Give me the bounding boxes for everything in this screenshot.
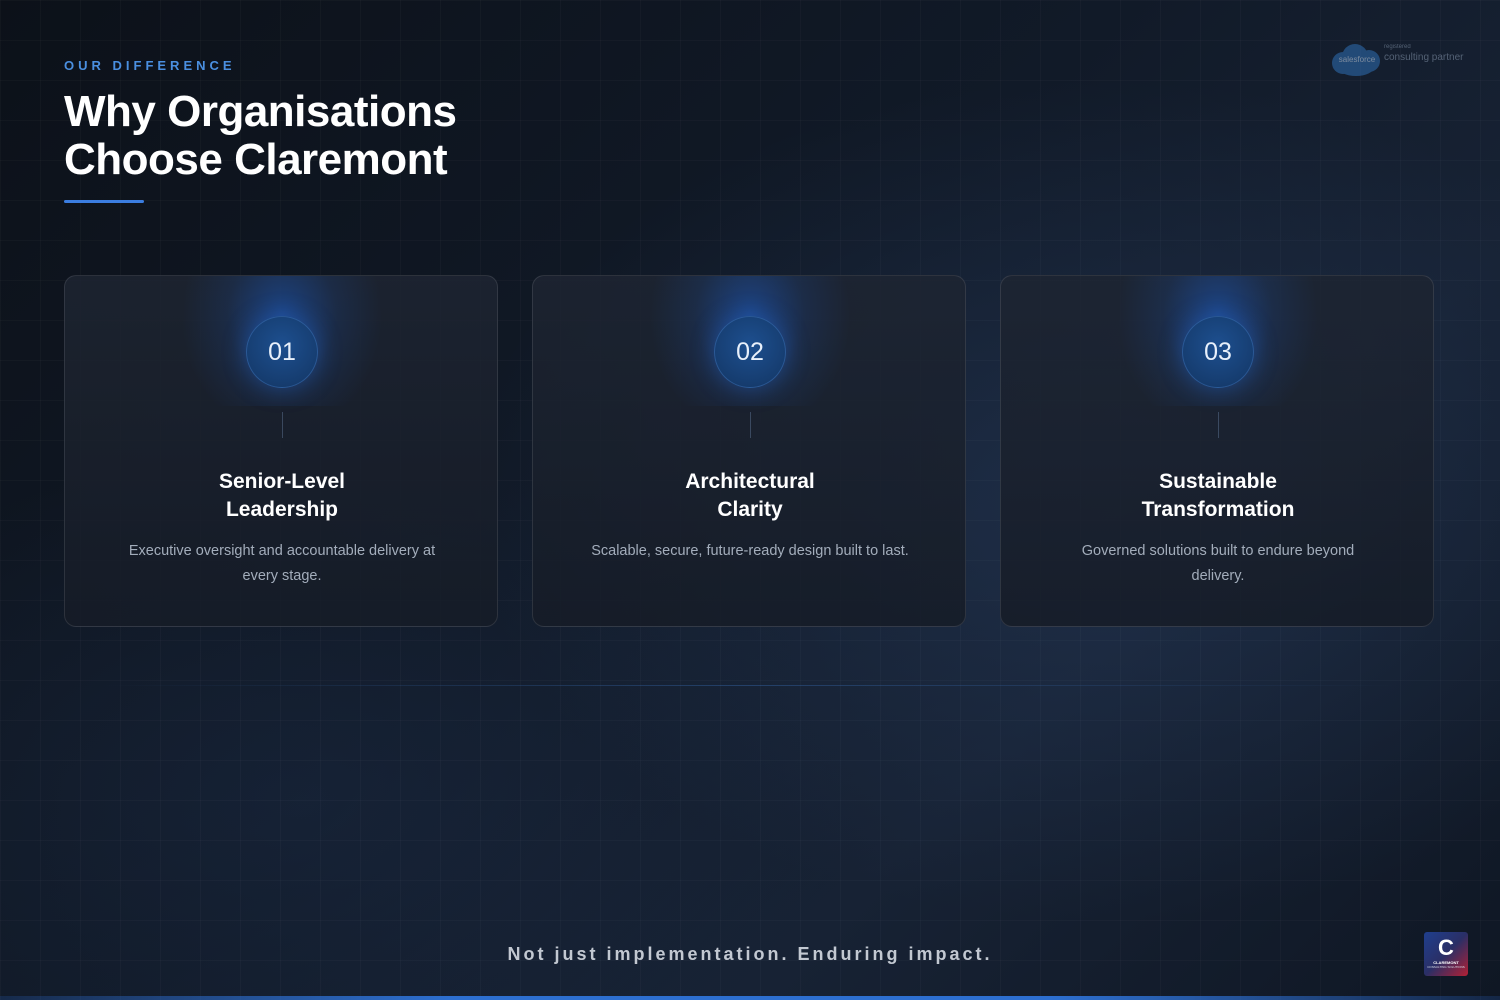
partner-badge: salesforce registered consulting partner [1326, 40, 1476, 80]
footer-tagline: Not just implementation. Enduring impact… [507, 944, 993, 964]
card-divider [1218, 412, 1219, 438]
page-title-line-1: Why Organisations [64, 87, 457, 136]
card-description: Governed solutions built to endure beyon… [1081, 543, 1355, 584]
card-description: Executive oversight and accountable deli… [128, 543, 436, 584]
card-description: Scalable, secure, future-ready design bu… [591, 543, 909, 559]
card-title-line-1: Sustainable [1159, 470, 1277, 493]
card-number-badge: 01 [246, 316, 318, 388]
feature-card-1: 01 Senior-Level Leadership Executive ove… [64, 275, 498, 627]
partner-consulting-label: consulting partner [1384, 52, 1464, 63]
section-eyebrow: OUR DIFFERENCE [64, 58, 236, 73]
page-title-line-2: Choose Claremont [64, 135, 448, 184]
card-title: Senior-Level Leadership [105, 468, 459, 524]
title-underline [64, 200, 144, 203]
card-title: Architectural Clarity [573, 468, 927, 524]
card-title-line-2: Transformation [1141, 498, 1295, 521]
card-title-line-2: Clarity [717, 498, 783, 521]
card-title-line-2: Leadership [225, 498, 339, 521]
partner-registered-label: registered [1384, 44, 1411, 50]
claremont-logo-icon: C CLAREMONT CONSULTING SOLUTIONS [1424, 932, 1468, 976]
claremont-logo-mark: C [1438, 935, 1454, 960]
feature-card-2: 02 Architectural Clarity Scalable, secur… [532, 275, 966, 627]
salesforce-cloud-icon: salesforce [1328, 42, 1382, 76]
card-divider [282, 412, 283, 438]
card-number-badge: 02 [714, 316, 786, 388]
section-divider-line [100, 685, 1400, 686]
card-number-badge: 03 [1182, 316, 1254, 388]
card-title-line-1: Senior-Level [218, 470, 346, 493]
page-title: Why Organisations Choose Claremont [64, 88, 664, 184]
card-title: Sustainable Transformation [1041, 468, 1395, 524]
card-divider [750, 412, 751, 438]
salesforce-wordmark: salesforce [1338, 55, 1376, 64]
card-title-line-1: Architectural [685, 470, 815, 493]
bottom-accent-bar [0, 996, 1500, 1000]
claremont-logo-subtext: CONSULTING SOLUTIONS [1427, 965, 1465, 969]
feature-card-3: 03 Sustainable Transformation Governed s… [1000, 275, 1434, 627]
